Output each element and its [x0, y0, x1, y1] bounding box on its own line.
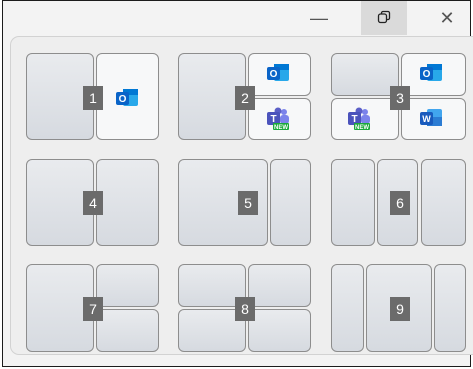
- snap-zone[interactable]: [248, 309, 311, 352]
- snap-zone[interactable]: [331, 53, 399, 96]
- snap-zone[interactable]: [270, 159, 311, 246]
- restore-icon: [377, 8, 391, 29]
- snap-zone[interactable]: [96, 309, 159, 352]
- snap-zone[interactable]: [434, 264, 466, 352]
- snap-zone[interactable]: [96, 159, 159, 246]
- teams-new-icon: T NEW: [266, 107, 290, 131]
- minimize-icon: —: [310, 7, 328, 28]
- layout-number: 5: [238, 191, 258, 215]
- layout-number: 1: [83, 86, 103, 110]
- outlook-icon: O: [419, 62, 443, 84]
- layout-number: 2: [235, 86, 255, 110]
- svg-text:O: O: [270, 69, 278, 80]
- svg-text:NEW: NEW: [274, 125, 288, 131]
- snap-zone[interactable]: [421, 159, 466, 246]
- snap-zone[interactable]: [96, 264, 159, 307]
- svg-text:O: O: [119, 94, 127, 105]
- teams-new-icon: T NEW: [347, 107, 371, 131]
- outlook-icon: O: [266, 62, 290, 84]
- layout-number: 4: [83, 191, 103, 215]
- outlook-icon: O: [115, 87, 139, 109]
- layout-number: 3: [390, 86, 410, 110]
- layout-number: 8: [235, 297, 255, 321]
- svg-text:NEW: NEW: [355, 125, 369, 131]
- layout-number: 6: [390, 191, 410, 215]
- close-icon: ✕: [439, 7, 455, 28]
- svg-text:O: O: [423, 69, 431, 80]
- close-button[interactable]: ✕: [424, 1, 470, 35]
- word-icon: W: [419, 107, 443, 129]
- minimize-button[interactable]: —: [296, 1, 342, 35]
- layout-number: 7: [83, 297, 103, 321]
- svg-text:W: W: [422, 114, 431, 124]
- snap-zone[interactable]: [331, 264, 364, 352]
- restore-button[interactable]: [361, 1, 407, 35]
- title-bar: — ✕: [3, 1, 470, 35]
- layout-number: 9: [390, 297, 410, 321]
- snap-zone[interactable]: [331, 159, 375, 246]
- snap-zone[interactable]: [248, 264, 311, 307]
